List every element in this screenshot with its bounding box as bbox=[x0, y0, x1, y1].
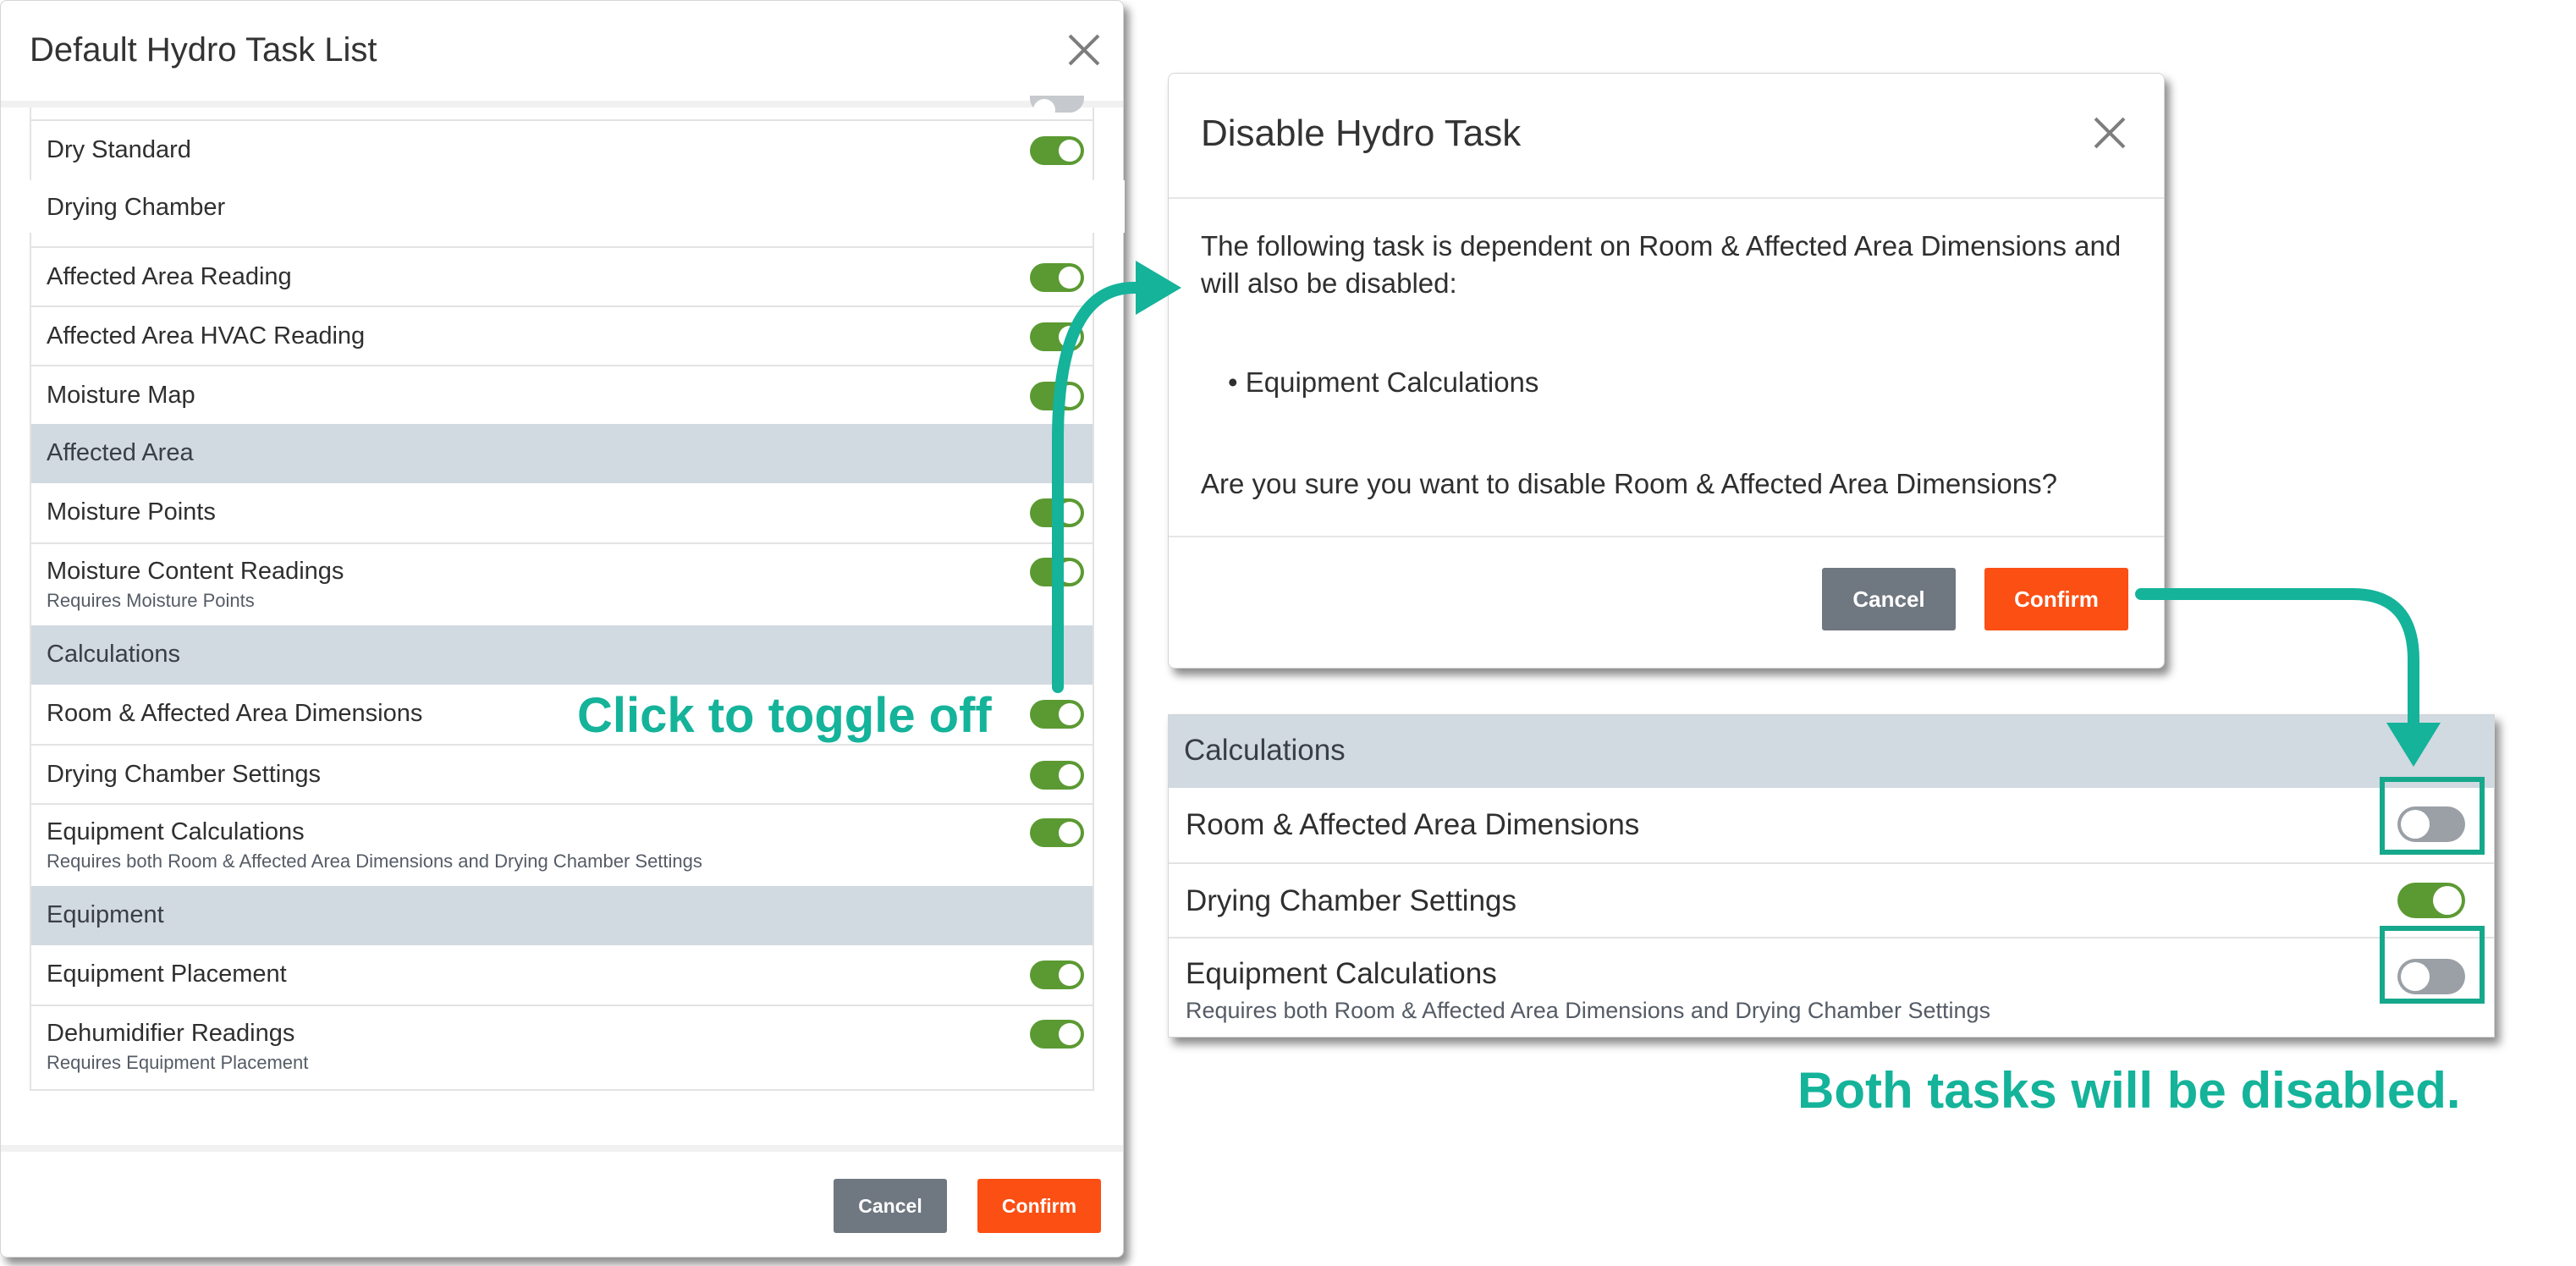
result-row-equipment-calculations: Equipment Calculations Requires both Roo… bbox=[1169, 937, 2494, 1037]
modal-header-divider bbox=[1, 101, 1123, 107]
list-item-affected-area-hvac: Affected Area HVAC Reading bbox=[31, 305, 1093, 365]
moisture-map-toggle[interactable] bbox=[1030, 382, 1084, 410]
section-label: Affected Area bbox=[47, 439, 194, 466]
section-label: Equipment bbox=[47, 901, 164, 928]
list-item-label: Dehumidifier Readings bbox=[47, 1020, 295, 1047]
confirm-button[interactable]: Confirm bbox=[977, 1179, 1101, 1233]
dialog-bullet: • Equipment Calculations bbox=[1228, 366, 1539, 398]
list-item-label: Moisture Content Readings bbox=[47, 558, 344, 585]
list-item-label: Affected Area HVAC Reading bbox=[47, 322, 366, 350]
result-row-drying-chamber-settings: Drying Chamber Settings bbox=[1169, 862, 2494, 937]
list-item-sublabel: Requires both Room & Affected Area Dimen… bbox=[1186, 998, 1990, 1023]
group-label-drying-chamber: Drying Chamber bbox=[3, 180, 1125, 233]
section-label: Calculations bbox=[1184, 734, 1346, 767]
cancel-button[interactable]: Cancel bbox=[834, 1179, 947, 1233]
dialog-title: Disable Hydro Task bbox=[1201, 113, 1522, 154]
list-item-label: Drying Chamber Settings bbox=[47, 761, 321, 788]
list-item-sublabel: Requires Equipment Placement bbox=[47, 1052, 309, 1073]
task-list: Dry Standard Drying Chamber Affected Are… bbox=[3, 96, 1125, 1091]
section-calculations: Calculations bbox=[31, 625, 1093, 685]
list-item-label: Room & Affected Area Dimensions bbox=[1186, 808, 1640, 841]
list-item-label: Equipment Calculations bbox=[47, 818, 305, 845]
list-item-moisture-points: Moisture Points bbox=[31, 483, 1093, 542]
moisture-points-toggle[interactable] bbox=[1030, 498, 1084, 527]
list-item-equipment-calculations: Equipment Calculations Requires both Roo… bbox=[31, 803, 1093, 886]
list-item-sublabel: Requires both Room & Affected Area Dimen… bbox=[47, 850, 702, 872]
moisture-content-toggle[interactable] bbox=[1030, 558, 1084, 586]
list-item-label: Moisture Points bbox=[47, 498, 216, 526]
affected-area-hvac-toggle[interactable] bbox=[1030, 322, 1084, 351]
partial-toggle[interactable] bbox=[1030, 96, 1084, 121]
room-dimensions-toggle[interactable] bbox=[1030, 700, 1084, 729]
list-item-dry-standard: Dry Standard bbox=[31, 119, 1093, 179]
task-list-modal: Default Hydro Task List Dry Standard Dry… bbox=[0, 0, 1125, 1258]
list-item-equipment-placement: Equipment Placement bbox=[31, 945, 1093, 1005]
dry-standard-toggle[interactable] bbox=[1030, 136, 1084, 165]
list-item-label: Dry Standard bbox=[47, 136, 191, 163]
list-item-drying-chamber-settings: Drying Chamber Settings bbox=[31, 744, 1093, 803]
list-item-label: Moisture Map bbox=[47, 382, 195, 409]
dialog-cancel-button[interactable]: Cancel bbox=[1822, 568, 1956, 630]
close-icon[interactable] bbox=[2093, 116, 2127, 150]
affected-area-reading-toggle[interactable] bbox=[1030, 263, 1084, 292]
list-item-sublabel: Requires Moisture Points bbox=[47, 590, 255, 611]
highlight-equipment-calculations-toggle bbox=[2380, 926, 2485, 1004]
result-calculations-panel: Calculations Room & Affected Area Dimens… bbox=[1168, 714, 2495, 1038]
list-item-label: Drying Chamber Settings bbox=[1186, 884, 1516, 917]
result-row-room-dimensions: Room & Affected Area Dimensions bbox=[1169, 788, 2494, 862]
list-item-label: Affected Area Reading bbox=[47, 263, 292, 290]
section-affected-area: Affected Area bbox=[31, 424, 1093, 483]
equipment-placement-toggle[interactable] bbox=[1030, 961, 1084, 989]
list-item-label: Room & Affected Area Dimensions bbox=[47, 700, 423, 727]
modal-footer-divider bbox=[1, 1145, 1123, 1152]
dialog-footer-divider bbox=[1169, 536, 2164, 537]
list-item-moisture-map: Moisture Map bbox=[31, 365, 1093, 424]
list-item-moisture-content: Moisture Content Readings Requires Moist… bbox=[31, 542, 1093, 625]
dehumidifier-readings-toggle[interactable] bbox=[1030, 1020, 1084, 1049]
dialog-header-divider bbox=[1169, 197, 2164, 199]
toggle-hint-annotation: Click to toggle off bbox=[577, 688, 992, 743]
modal-title: Default Hydro Task List bbox=[30, 31, 377, 69]
drying-chamber-settings-toggle[interactable] bbox=[1030, 761, 1084, 790]
list-item-dehumidifier-readings: Dehumidifier Readings Requires Equipment… bbox=[31, 1005, 1093, 1089]
list-item-affected-area-reading: Affected Area Reading bbox=[31, 246, 1093, 305]
list-item-label: Equipment Calculations bbox=[1186, 957, 1497, 990]
list-item-label: Equipment Placement bbox=[47, 961, 287, 988]
result-note-annotation: Both tasks will be disabled. bbox=[1797, 1062, 2461, 1119]
arrow-to-result bbox=[2135, 588, 2419, 734]
group-label: Drying Chamber bbox=[47, 194, 226, 221]
drying-chamber-settings-toggle[interactable] bbox=[2397, 883, 2465, 918]
close-icon[interactable] bbox=[1067, 33, 1101, 67]
section-calculations: Calculations bbox=[1169, 715, 2494, 788]
equipment-calculations-toggle[interactable] bbox=[1030, 818, 1084, 847]
dialog-confirm-button[interactable]: Confirm bbox=[1984, 568, 2128, 630]
section-equipment: Equipment bbox=[31, 886, 1093, 945]
highlight-room-dimensions-toggle bbox=[2380, 777, 2485, 855]
dialog-message: The following task is dependent on Room … bbox=[1201, 230, 2122, 299]
disable-task-dialog: Disable Hydro Task The following task is… bbox=[1168, 73, 2165, 669]
dialog-question: Are you sure you want to disable Room & … bbox=[1201, 468, 2057, 499]
section-label: Calculations bbox=[47, 641, 180, 668]
